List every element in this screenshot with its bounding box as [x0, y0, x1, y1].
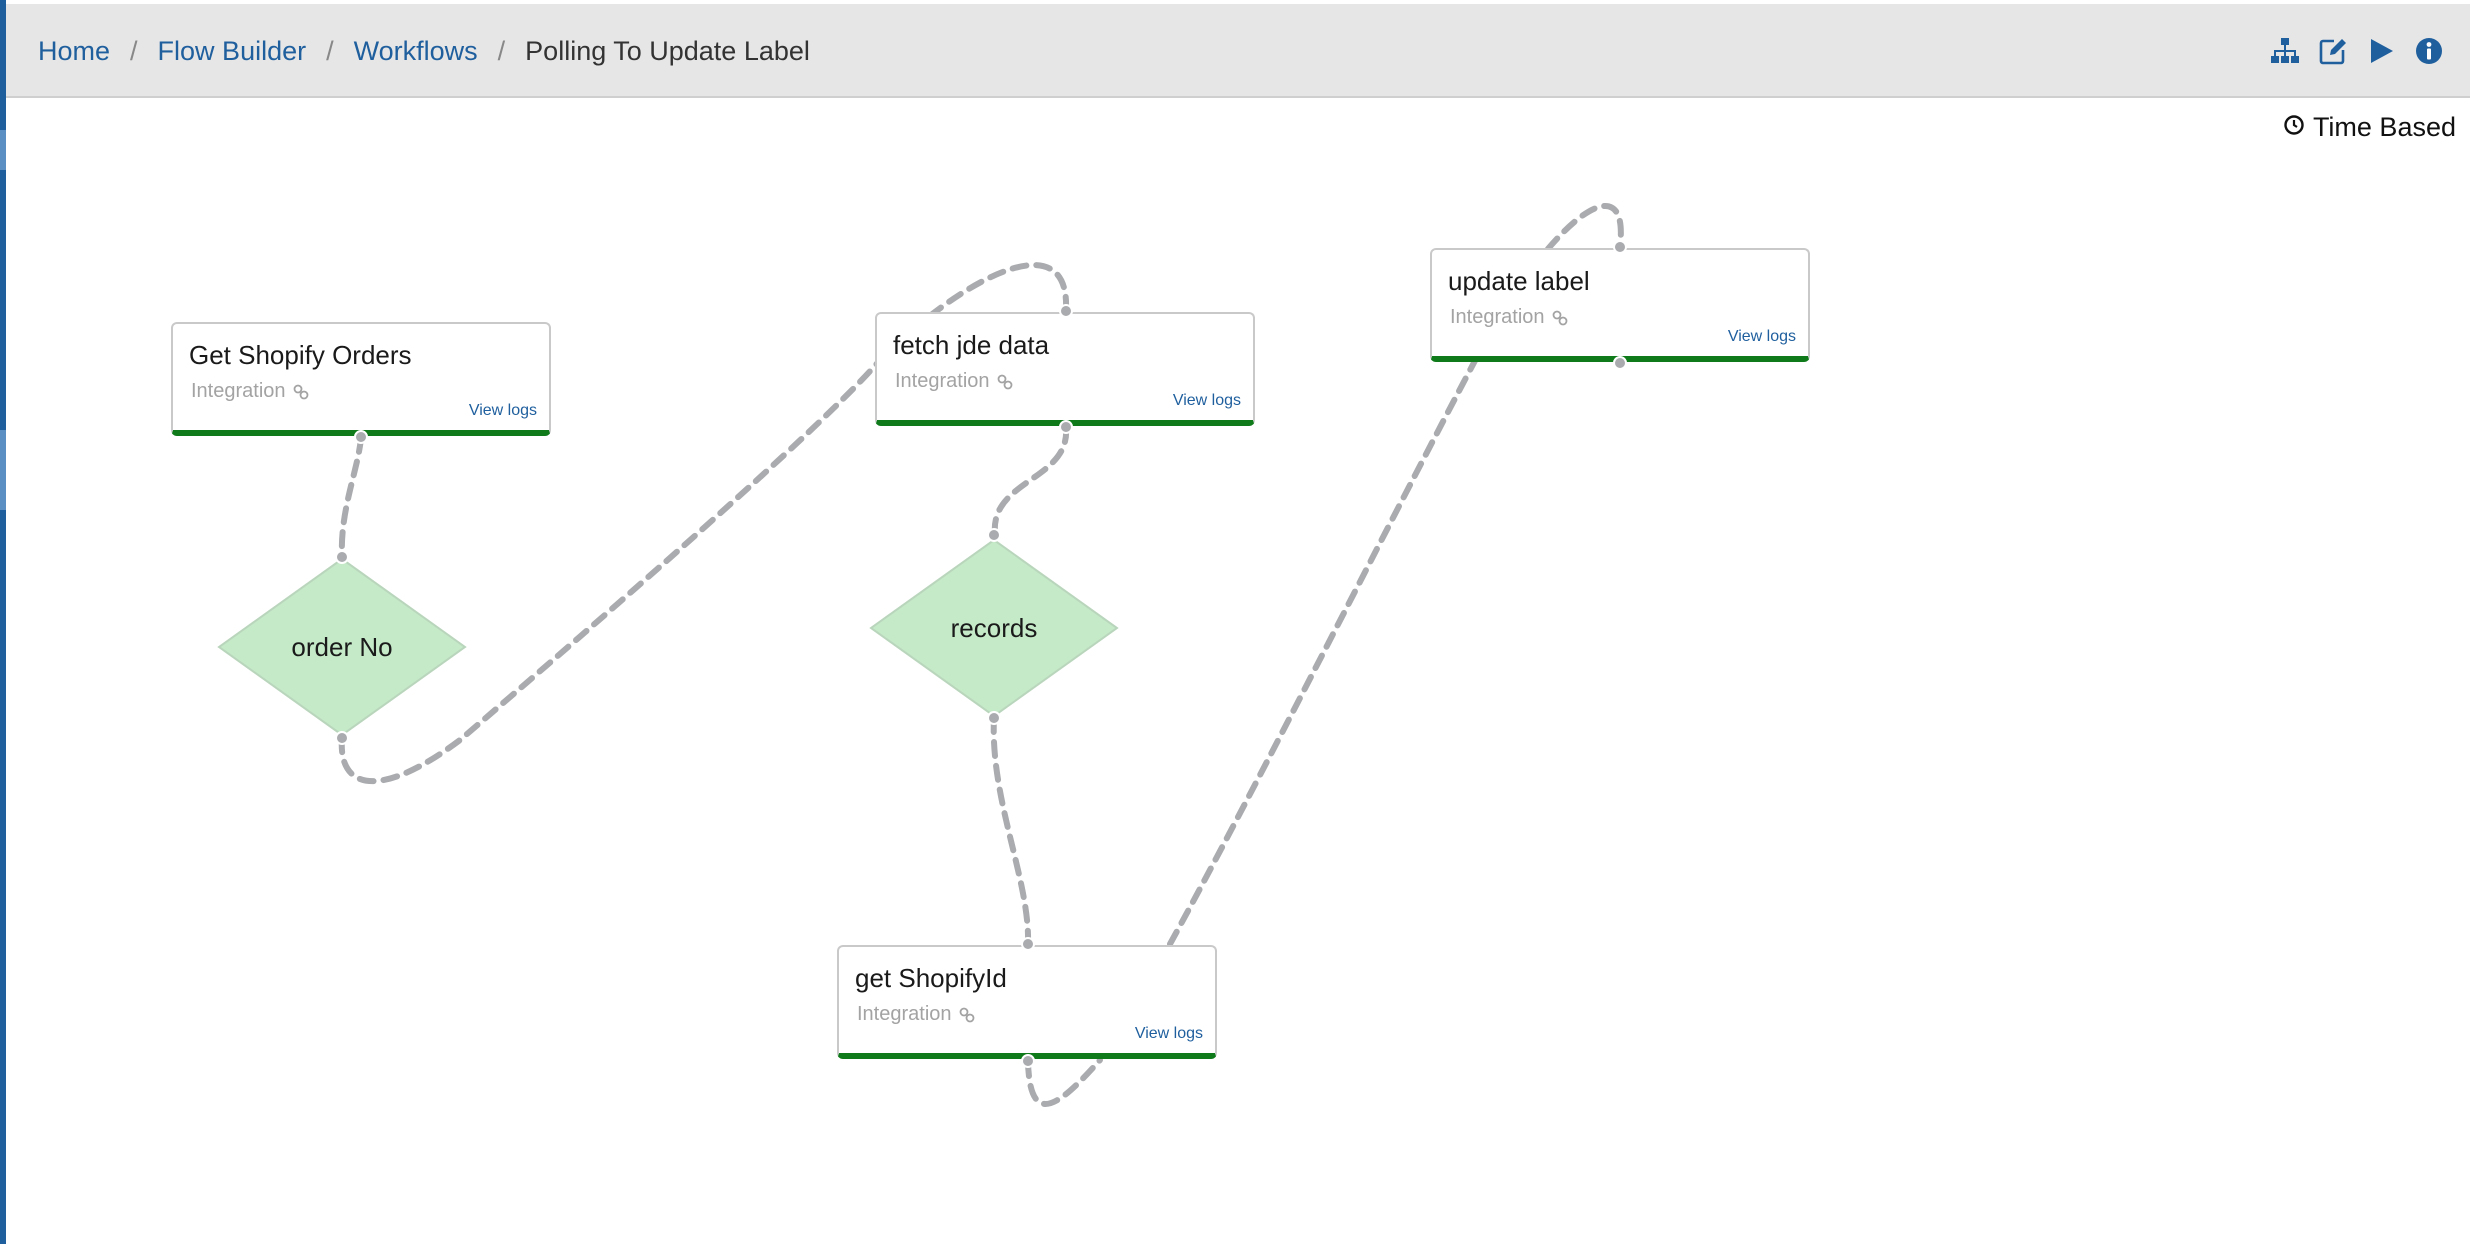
connection-port[interactable]: [1059, 304, 1073, 318]
left-rail: [0, 0, 6, 1244]
breadcrumb-workflows[interactable]: Workflows: [354, 36, 478, 67]
node-type: Integration: [857, 1003, 976, 1026]
page-title: Polling To Update Label: [525, 35, 810, 66]
view-logs-link[interactable]: View logs: [1173, 392, 1241, 410]
connection-port[interactable]: [335, 550, 349, 564]
edit-icon[interactable]: [2318, 36, 2348, 66]
trigger-label: Time Based: [2312, 112, 2456, 142]
header-bar: Home / Flow Builder / Workflows / Pollin…: [6, 4, 2470, 98]
view-logs-link[interactable]: View logs: [1728, 328, 1796, 346]
workflow-node-get-shopifyid[interactable]: get ShopifyId Integration View logs: [837, 945, 1217, 1059]
connection-port[interactable]: [1059, 420, 1073, 434]
link-icon: [293, 384, 308, 399]
link-icon: [959, 1007, 974, 1022]
breadcrumb-flow-builder[interactable]: Flow Builder: [158, 36, 307, 67]
info-icon[interactable]: [2414, 36, 2444, 66]
clock-icon: [2283, 112, 2305, 143]
node-type: Integration: [1450, 306, 1569, 329]
breadcrumb: Home / Flow Builder / Workflows / Pollin…: [38, 4, 810, 98]
connection-port[interactable]: [1613, 240, 1627, 254]
sitemap-icon[interactable]: [2270, 36, 2300, 66]
decision-node-records[interactable]: records: [869, 538, 1119, 718]
breadcrumb-home[interactable]: Home: [38, 36, 110, 67]
breadcrumb-separator: /: [130, 35, 138, 66]
node-type-label: Integration: [1450, 306, 1545, 328]
node-title: get ShopifyId: [855, 963, 1007, 993]
node-title: Get Shopify Orders: [189, 340, 412, 370]
connector-fetch-to-records: [991, 425, 1070, 537]
workflow-node-fetch-jde-data[interactable]: fetch jde data Integration View logs: [875, 312, 1255, 426]
decision-label: records: [950, 612, 1038, 643]
trigger-indicator: Time Based: [2283, 112, 2456, 143]
workflow-node-update-label[interactable]: update label Integration View logs: [1430, 248, 1810, 362]
connector-records-to-shopifyid: [990, 715, 1032, 947]
connection-port[interactable]: [1021, 1054, 1035, 1068]
connector-orders-to-orderno: [338, 435, 364, 559]
breadcrumb-separator: /: [326, 35, 334, 66]
node-type-label: Integration: [191, 380, 286, 402]
connection-port[interactable]: [987, 528, 1001, 542]
node-type-label: Integration: [895, 370, 990, 392]
decision-label: order No: [291, 631, 393, 662]
rail-marker: [0, 430, 6, 510]
view-logs-link[interactable]: View logs: [1135, 1025, 1203, 1043]
workflow-node-get-shopify-orders[interactable]: Get Shopify Orders Integration View logs: [171, 322, 551, 436]
play-icon[interactable]: [2366, 36, 2396, 66]
view-logs-link[interactable]: View logs: [469, 402, 537, 420]
node-type-label: Integration: [857, 1003, 952, 1025]
link-icon: [997, 374, 1012, 389]
rail-marker: [0, 130, 6, 170]
node-title: fetch jde data: [893, 330, 1050, 360]
toolbar: [2270, 4, 2444, 98]
connection-port[interactable]: [335, 731, 349, 745]
breadcrumb-separator: /: [497, 35, 506, 66]
connection-port[interactable]: [987, 711, 1001, 725]
link-icon: [1552, 310, 1567, 325]
node-type: Integration: [191, 380, 310, 403]
node-title: update label: [1448, 266, 1590, 296]
connection-port[interactable]: [1021, 937, 1035, 951]
connection-port[interactable]: [1613, 356, 1627, 370]
connection-port[interactable]: [354, 430, 368, 444]
node-type: Integration: [895, 370, 1014, 393]
decision-node-order-no[interactable]: order No: [217, 557, 467, 737]
